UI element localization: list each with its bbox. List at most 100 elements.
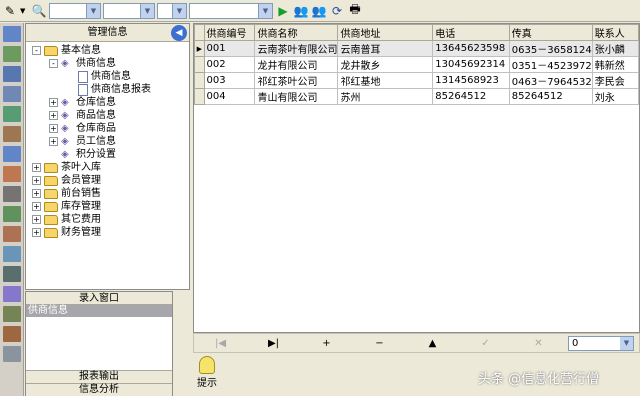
tree-node[interactable]: + 库存管理 bbox=[26, 200, 189, 213]
chart-icon[interactable] bbox=[3, 106, 21, 122]
column-header[interactable]: 供商地址 bbox=[337, 24, 434, 41]
calendar-icon[interactable] bbox=[3, 166, 21, 182]
entry-selected-item[interactable]: 供商信息 bbox=[26, 305, 172, 317]
expand-icon[interactable]: + bbox=[32, 202, 41, 211]
print-icon[interactable]: 🖶 bbox=[347, 2, 363, 19]
trash-icon[interactable] bbox=[3, 346, 21, 362]
table-cell[interactable]: 0351－4523972 bbox=[508, 56, 593, 73]
table-cell[interactable]: 龙井散乡 bbox=[337, 56, 434, 73]
add-record-button[interactable]: + bbox=[300, 338, 353, 349]
expand-icon[interactable]: + bbox=[49, 137, 58, 146]
table-cell[interactable]: 祁红茶叶公司 bbox=[254, 72, 339, 89]
column-header[interactable]: 电话 bbox=[432, 24, 510, 41]
column-header[interactable]: 联系人 bbox=[591, 24, 639, 41]
row-indicator[interactable] bbox=[194, 88, 205, 105]
filter-combo-3[interactable]: ▼ bbox=[157, 2, 187, 19]
edit-record-button[interactable]: ▲ bbox=[406, 338, 459, 349]
table-cell[interactable]: 85264512 bbox=[432, 88, 510, 105]
table-row[interactable]: 003 祁红茶叶公司 祁红基地 1314568923 0463－7964532 李民会 bbox=[194, 72, 639, 89]
table-cell[interactable]: 张小麟 bbox=[591, 40, 639, 57]
table-cell[interactable]: 003 bbox=[203, 72, 256, 89]
table-cell[interactable]: 苏州 bbox=[337, 88, 434, 105]
table-cell[interactable]: 1314568923 bbox=[432, 72, 510, 89]
grid-icon[interactable] bbox=[3, 306, 21, 322]
table-cell[interactable]: 龙井有限公司 bbox=[254, 56, 339, 73]
column-header[interactable]: 传真 bbox=[508, 24, 593, 41]
tree-node[interactable]: + ◈ 商品信息 bbox=[26, 109, 189, 122]
tree-node[interactable]: 供商信息报表 bbox=[26, 83, 189, 96]
table-cell[interactable]: 韩新然 bbox=[591, 56, 639, 73]
table-icon[interactable] bbox=[3, 66, 21, 82]
first-record-button[interactable]: |◀ bbox=[194, 338, 247, 349]
table-cell[interactable]: 004 bbox=[203, 88, 256, 105]
tree-node[interactable]: 供商信息 bbox=[26, 70, 189, 83]
chevron-down-icon[interactable]: ▼ bbox=[258, 3, 272, 18]
table-cell[interactable]: 0463－7964532 bbox=[508, 72, 593, 89]
table-cell[interactable]: 001 bbox=[203, 40, 256, 57]
post-record-button[interactable]: ✓ bbox=[459, 338, 512, 349]
table-cell[interactable]: 85264512 bbox=[508, 88, 593, 105]
back-icon[interactable]: ◀ bbox=[171, 25, 187, 41]
users-icon[interactable] bbox=[3, 206, 21, 222]
list-icon[interactable] bbox=[3, 26, 21, 42]
tree-node[interactable]: - 基本信息 bbox=[26, 44, 189, 57]
chevron-down-icon[interactable]: ▼ bbox=[620, 337, 633, 350]
column-header[interactable]: 供商名称 bbox=[254, 24, 339, 41]
settings-icon[interactable] bbox=[3, 286, 21, 302]
tree-node[interactable]: + ◈ 员工信息 bbox=[26, 135, 189, 148]
table-cell[interactable]: 李民会 bbox=[591, 72, 639, 89]
row-indicator[interactable] bbox=[194, 72, 205, 89]
inventory-icon[interactable] bbox=[3, 246, 21, 262]
page-select[interactable]: 0 ▼ bbox=[568, 336, 634, 351]
filter-combo-4[interactable]: ▼ bbox=[189, 2, 273, 19]
report-icon[interactable] bbox=[3, 266, 21, 282]
search-icon[interactable]: 🔍 bbox=[31, 3, 47, 19]
table-cell[interactable]: 云南普耳 bbox=[337, 40, 434, 57]
table-row[interactable]: 002 龙井有限公司 龙井散乡 13045692314 0351－4523972 韩新然 bbox=[194, 56, 639, 73]
tree-node[interactable]: + 会员管理 bbox=[26, 174, 189, 187]
go-icon[interactable]: ▶ bbox=[275, 3, 291, 19]
collapse-icon[interactable]: - bbox=[49, 59, 58, 68]
expand-icon[interactable]: + bbox=[32, 163, 41, 172]
mail-icon[interactable] bbox=[3, 126, 21, 142]
expand-icon[interactable]: + bbox=[32, 215, 41, 224]
tree-node[interactable]: - ◈ 供商信息 bbox=[26, 57, 189, 70]
row-indicator[interactable] bbox=[194, 56, 205, 73]
find-icon[interactable]: 👥 bbox=[293, 3, 309, 19]
table-cell[interactable]: 002 bbox=[203, 56, 256, 73]
expand-icon[interactable]: + bbox=[49, 124, 58, 133]
hint-button[interactable]: 提示 bbox=[193, 354, 221, 394]
tab-report-output[interactable]: 报表输出 bbox=[26, 370, 172, 383]
expand-icon[interactable]: + bbox=[32, 176, 41, 185]
export-icon[interactable] bbox=[3, 146, 21, 162]
tree-node[interactable]: + ◈ 仓库商品 bbox=[26, 122, 189, 135]
chevron-down-icon[interactable]: ▼ bbox=[86, 3, 100, 18]
table-cell[interactable]: 祁红基地 bbox=[337, 72, 434, 89]
tree-node[interactable]: + 其它费用 bbox=[26, 213, 189, 226]
tree-node[interactable]: ◈ 积分设置 bbox=[26, 148, 189, 161]
chevron-down-icon[interactable]: ▼ bbox=[172, 3, 186, 18]
tools-icon[interactable] bbox=[3, 186, 21, 202]
table-cell[interactable]: 13045692314 bbox=[432, 56, 510, 73]
refresh-icon[interactable]: ⟳ bbox=[329, 3, 345, 19]
table-row[interactable]: 004 青山有限公司 苏州 85264512 85264512 刘永 bbox=[194, 88, 639, 105]
expand-icon[interactable]: + bbox=[32, 189, 41, 198]
find-next-icon[interactable]: 👥 bbox=[311, 3, 327, 19]
filter-combo-1[interactable]: ▼ bbox=[49, 2, 101, 19]
table-cell[interactable]: 0635－3658124 bbox=[508, 40, 593, 57]
edit-icon[interactable]: ✎ bbox=[2, 3, 18, 19]
row-indicator[interactable]: ▶ bbox=[194, 40, 205, 57]
last-record-button[interactable]: ▶| bbox=[247, 338, 300, 349]
link-icon[interactable] bbox=[3, 226, 21, 242]
expand-icon[interactable]: + bbox=[49, 98, 58, 107]
filter-combo-2[interactable]: ▼ bbox=[103, 2, 155, 19]
doc-icon[interactable] bbox=[3, 86, 21, 102]
people-icon[interactable] bbox=[3, 326, 21, 342]
table-cell[interactable]: 刘永 bbox=[591, 88, 639, 105]
table-cell[interactable]: 云南茶叶有限公司 bbox=[254, 40, 339, 57]
table-cell[interactable]: 13645623598 bbox=[432, 40, 510, 57]
chevron-down-icon[interactable]: ▼ bbox=[20, 7, 29, 15]
chevron-down-icon[interactable]: ▼ bbox=[140, 3, 154, 18]
tab-info-analysis[interactable]: 信息分析 bbox=[26, 383, 172, 396]
cancel-record-button[interactable]: ✕ bbox=[512, 338, 565, 349]
